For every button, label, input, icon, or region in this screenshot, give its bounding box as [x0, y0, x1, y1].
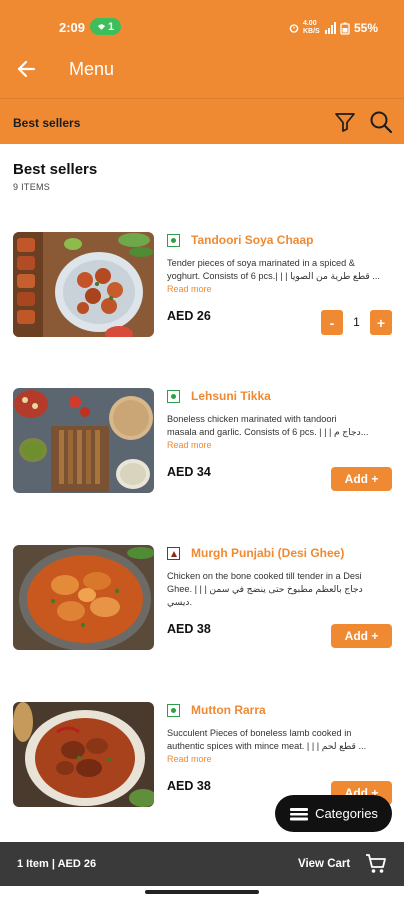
categories-button[interactable]: Categories — [275, 795, 392, 832]
desc-line: Ghee. | | | دجاج بالعظم مطبوخ حتى ينضج ف… — [167, 584, 363, 607]
menu-book-icon — [290, 807, 309, 820]
food-image[interactable] — [13, 545, 154, 650]
add-to-cart-button[interactable]: Add + — [331, 467, 392, 491]
menu-item[interactable]: Murgh Punjabi (Desi Ghee) Chicken on the… — [0, 545, 404, 655]
app-bar: Menu — [0, 42, 404, 98]
item-name[interactable]: Tandoori Soya Chaap — [191, 233, 313, 247]
view-cart-button[interactable]: View Cart — [298, 858, 350, 870]
item-price: AED 38 — [167, 622, 211, 636]
desc-line: masala and garlic. Consists of 6 pcs. | … — [167, 427, 369, 437]
back-button[interactable] — [14, 56, 40, 82]
food-image[interactable] — [13, 232, 154, 337]
item-description: Boneless chicken marinated with tandoori… — [167, 413, 387, 439]
battery-level: 55% — [353, 21, 378, 35]
read-more-link[interactable]: Read more — [167, 284, 212, 294]
quantity-value: 1 — [353, 315, 360, 329]
filter-button[interactable] — [333, 110, 357, 134]
section-title: Best sellers — [13, 161, 98, 178]
hotspot-indicator: 1 — [90, 18, 121, 35]
menu-item[interactable]: Tandoori Soya Chaap Tender pieces of soy… — [0, 232, 404, 342]
status-bar: 2:09 1 4.00 KB/S 55% — [0, 0, 404, 42]
desc-line: authentic spices with mince meat. | | | … — [167, 741, 367, 751]
read-more-link[interactable]: Read more — [167, 754, 212, 764]
cart-bar[interactable]: 1 Item | AED 26 View Cart — [0, 842, 404, 886]
veg-indicator-icon — [167, 704, 180, 717]
arrow-left-icon — [17, 60, 36, 78]
quantity-stepper: - 1 + — [321, 310, 392, 335]
wifi-icon — [97, 23, 106, 30]
signal-icon — [324, 22, 336, 34]
mutton-rarra-photo — [13, 702, 154, 807]
decrease-button[interactable]: - — [321, 310, 343, 335]
veg-indicator-icon — [167, 390, 180, 403]
lehsuni-tikka-photo — [13, 388, 154, 493]
item-name[interactable]: Mutton Rarra — [191, 703, 266, 717]
item-price: AED 38 — [167, 779, 211, 793]
item-price: AED 26 — [167, 309, 211, 323]
search-icon — [370, 111, 393, 134]
desc-line: Boneless chicken marinated with tandoori — [167, 414, 337, 424]
status-time: 2:09 — [59, 20, 86, 35]
home-gesture-handle[interactable] — [145, 890, 259, 894]
increase-button[interactable]: + — [370, 310, 392, 335]
section-header: Best sellers 9 ITEMS — [13, 161, 97, 192]
food-image[interactable] — [13, 702, 154, 807]
murgh-punjabi-photo — [13, 545, 154, 650]
item-description: Succulent Pieces of boneless lamb cooked… — [167, 727, 387, 753]
item-name[interactable]: Murgh Punjabi (Desi Ghee) — [191, 546, 344, 560]
alarm-icon — [289, 24, 299, 33]
status-indicators: 4.00 KB/S 55% — [289, 20, 378, 36]
desc-line: Tender pieces of soya marinated in a spi… — [167, 258, 355, 268]
menu-item[interactable]: Lehsuni Tikka Boneless chicken marinated… — [0, 388, 404, 498]
veg-indicator-icon — [167, 234, 180, 247]
add-to-cart-button[interactable]: Add + — [331, 624, 392, 648]
food-image[interactable] — [13, 388, 154, 493]
cart-button[interactable] — [365, 853, 387, 875]
item-price: AED 34 — [167, 465, 211, 479]
category-title: Best sellers — [13, 116, 81, 130]
net-speed: 4.00 KB/S — [302, 20, 320, 35]
cart-summary: 1 Item | AED 26 — [17, 858, 97, 870]
hotspot-count: 1 — [107, 20, 115, 33]
page-title: Menu — [69, 59, 115, 79]
item-description: Tender pieces of soya marinated in a spi… — [167, 257, 387, 283]
search-button[interactable] — [368, 109, 394, 135]
category-bar: Best sellers — [0, 98, 404, 144]
item-description: Chicken on the bone cooked till tender i… — [167, 570, 387, 609]
desc-line: Succulent Pieces of boneless lamb cooked… — [167, 728, 352, 738]
navigation-gesture-area — [0, 886, 404, 900]
read-more-link[interactable]: Read more — [167, 440, 212, 450]
soya-chaap-photo — [13, 232, 154, 337]
cart-icon — [366, 854, 386, 873]
categories-label: Categories — [315, 806, 378, 821]
item-count: 9 ITEMS — [13, 182, 51, 192]
item-name[interactable]: Lehsuni Tikka — [191, 389, 271, 403]
filter-icon — [335, 113, 355, 132]
battery-icon — [340, 22, 350, 35]
desc-line: yoghurt. Consists of 6 pcs.| | | قطع طري… — [167, 271, 380, 281]
non-veg-indicator-icon — [167, 547, 180, 560]
desc-line: Chicken on the bone cooked till tender i… — [167, 571, 362, 581]
